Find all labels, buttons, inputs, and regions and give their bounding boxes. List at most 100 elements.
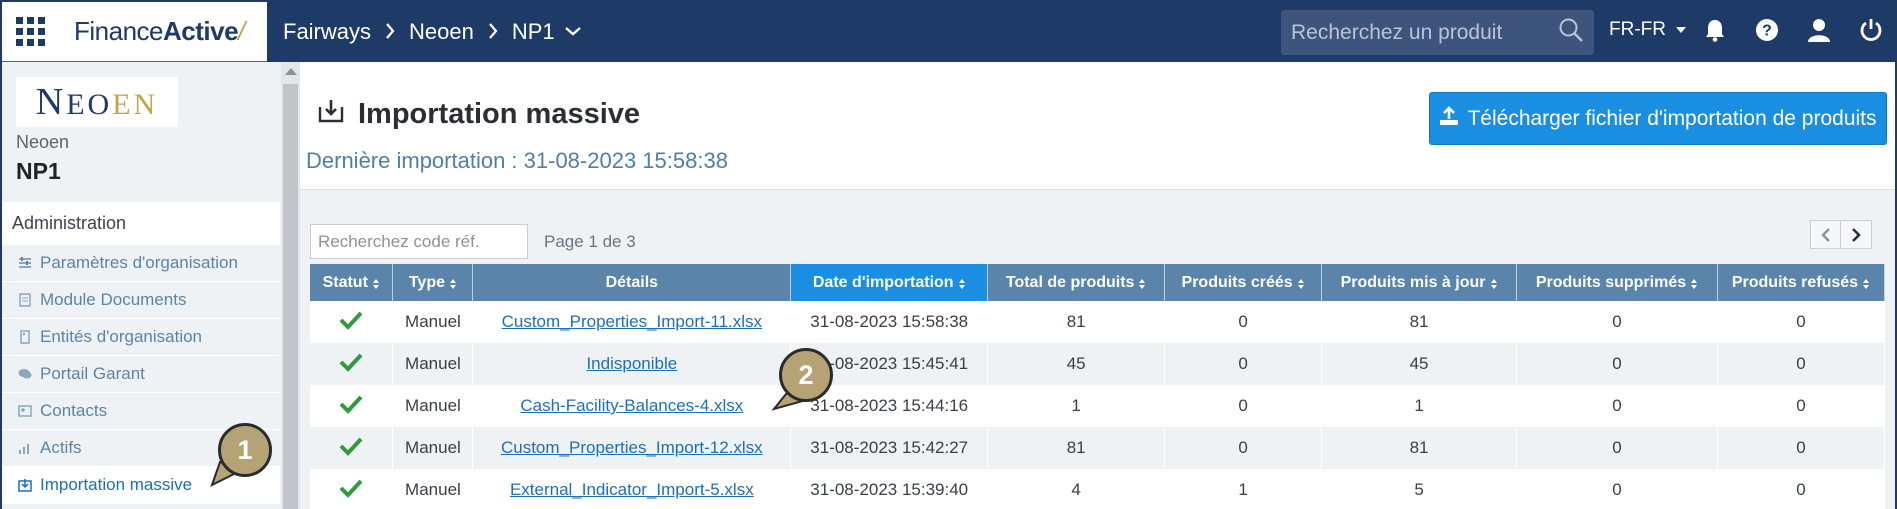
total-products-cell: 81 bbox=[987, 301, 1166, 343]
building-icon bbox=[18, 330, 32, 344]
created-products-cell: 0 bbox=[1164, 385, 1323, 427]
previous-page-button[interactable] bbox=[1810, 220, 1841, 249]
type-cell: Manuel bbox=[392, 385, 474, 427]
power-icon[interactable] bbox=[1858, 16, 1883, 44]
scroll-up-arrow-icon[interactable] bbox=[285, 68, 297, 75]
callout-badge-2: 2 bbox=[779, 348, 833, 402]
sidebar-item-label: Paramètres d'organisation bbox=[40, 253, 238, 272]
status-cell bbox=[310, 469, 394, 509]
sidebar-item-label: Importation massive bbox=[40, 475, 193, 494]
import-date-cell: 31-08-2023 15:42:27 bbox=[790, 427, 989, 469]
administration-heading[interactable]: Administration bbox=[2, 202, 280, 245]
sort-icon bbox=[1690, 278, 1698, 290]
table-row: Manuel Cash-Facility-Balances-4.xlsx 31-… bbox=[310, 385, 1886, 427]
chat-icon bbox=[18, 367, 32, 381]
type-cell: Manuel bbox=[392, 469, 474, 509]
column-header-details: Détails bbox=[472, 264, 792, 301]
sort-icon bbox=[1490, 278, 1498, 290]
import-history-table: Statut Type Détails Date d'importation T… bbox=[310, 264, 1886, 509]
deleted-products-cell: 0 bbox=[1516, 469, 1718, 509]
sort-icon bbox=[372, 278, 380, 290]
callout-badge-1: 1 bbox=[218, 423, 272, 477]
created-products-cell: 1 bbox=[1164, 469, 1323, 509]
check-icon bbox=[339, 311, 363, 330]
sort-icon bbox=[449, 278, 457, 290]
column-header-refused-products[interactable]: Produits refusés bbox=[1717, 264, 1886, 301]
sidebar-item-label: Entités d'organisation bbox=[40, 327, 203, 346]
total-products-cell: 4 bbox=[987, 469, 1166, 509]
check-icon bbox=[339, 437, 363, 456]
details-link[interactable]: Indisponible bbox=[472, 343, 792, 385]
column-header-type[interactable]: Type bbox=[392, 264, 474, 301]
contact-card-icon bbox=[18, 404, 32, 418]
breadcrumb-item-fairways[interactable]: Fairways bbox=[283, 19, 371, 45]
details-link[interactable]: Custom_Properties_Import-12.xlsx bbox=[472, 427, 792, 469]
main-content: Importation massive Dernière importation… bbox=[300, 62, 1895, 509]
column-header-deleted-products[interactable]: Produits supprimés bbox=[1516, 264, 1718, 301]
details-link[interactable]: Cash-Facility-Balances-4.xlsx bbox=[472, 385, 792, 427]
updated-products-cell: 45 bbox=[1321, 343, 1518, 385]
sort-icon bbox=[1297, 278, 1305, 290]
user-icon[interactable] bbox=[1806, 16, 1831, 44]
column-header-status[interactable]: Statut bbox=[310, 264, 394, 301]
updated-products-cell: 81 bbox=[1321, 427, 1518, 469]
language-label: FR-FR bbox=[1609, 19, 1666, 40]
next-page-button[interactable] bbox=[1841, 220, 1872, 249]
apps-grid-icon[interactable] bbox=[16, 16, 46, 47]
upload-button-label: Télécharger fichier d'importation de pro… bbox=[1467, 106, 1877, 130]
chevron-right-icon bbox=[385, 19, 395, 45]
product-search-input[interactable]: Recherchez un produit bbox=[1281, 10, 1594, 55]
sidebar-item-label: Portail Garant bbox=[40, 364, 145, 383]
help-icon[interactable]: ? bbox=[1754, 16, 1779, 44]
page-header: Importation massive Dernière importation… bbox=[300, 62, 1895, 190]
import-date-cell: 31-08-2023 15:39:40 bbox=[790, 469, 989, 509]
financeactive-logo[interactable]: FinanceActive/ bbox=[74, 16, 245, 47]
table-row: Manuel Custom_Properties_Import-11.xlsx … bbox=[310, 301, 1886, 343]
total-products-cell: 1 bbox=[987, 385, 1166, 427]
breadcrumb-item-neoen[interactable]: Neoen bbox=[409, 19, 474, 45]
created-products-cell: 0 bbox=[1164, 343, 1323, 385]
details-link[interactable]: External_Indicator_Import-5.xlsx bbox=[472, 469, 792, 509]
updated-products-cell: 1 bbox=[1321, 385, 1518, 427]
breadcrumb: Fairways Neoen NP1 bbox=[283, 19, 581, 45]
bell-icon[interactable] bbox=[1702, 16, 1727, 44]
language-selector[interactable]: FR-FR bbox=[1609, 19, 1687, 41]
logo-area: FinanceActive/ bbox=[2, 2, 267, 62]
type-cell: Manuel bbox=[392, 301, 474, 343]
status-cell bbox=[310, 427, 394, 469]
sidebar-scrollbar-thumb[interactable] bbox=[283, 84, 298, 509]
sidebar-item-organisation-settings[interactable]: Paramètres d'organisation bbox=[2, 245, 280, 282]
neoen-logo-text: NEOEN bbox=[35, 81, 159, 123]
last-import-info: Dernière importation : 31-08-2023 15:58:… bbox=[306, 148, 728, 173]
sidebar-item-guarantor-portal[interactable]: Portail Garant bbox=[2, 356, 280, 393]
reference-code-search-input[interactable]: Recherchez code réf. bbox=[310, 224, 528, 259]
search-icon[interactable] bbox=[1558, 17, 1584, 48]
import-list-panel: Recherchez code réf. Page 1 de 3 Statut … bbox=[300, 190, 1895, 509]
deleted-products-cell: 0 bbox=[1516, 385, 1718, 427]
table-row: Manuel Custom_Properties_Import-12.xlsx … bbox=[310, 427, 1886, 469]
sidebar-item-label: Contacts bbox=[40, 401, 108, 420]
column-header-total-products[interactable]: Total de produits bbox=[987, 264, 1166, 301]
details-link[interactable]: Custom_Properties_Import-11.xlsx bbox=[472, 301, 792, 343]
chevron-down-icon[interactable] bbox=[564, 23, 581, 41]
type-cell: Manuel bbox=[392, 343, 474, 385]
upload-product-import-file-button[interactable]: Télécharger fichier d'importation de pro… bbox=[1429, 92, 1887, 145]
header-actions: ? bbox=[1702, 16, 1883, 44]
column-header-updated-products[interactable]: Produits mis à jour bbox=[1321, 264, 1518, 301]
breadcrumb-item-np1[interactable]: NP1 bbox=[512, 19, 555, 45]
check-icon bbox=[339, 353, 363, 372]
sidebar-item-organisation-entities[interactable]: Entités d'organisation bbox=[2, 319, 280, 356]
refused-products-cell: 0 bbox=[1717, 385, 1886, 427]
table-row: Manuel External_Indicator_Import-5.xlsx … bbox=[310, 469, 1886, 509]
total-products-cell: 81 bbox=[987, 427, 1166, 469]
column-header-created-products[interactable]: Produits créés bbox=[1164, 264, 1323, 301]
deleted-products-cell: 0 bbox=[1516, 427, 1718, 469]
created-products-cell: 0 bbox=[1164, 427, 1323, 469]
chevron-right-icon bbox=[488, 19, 498, 45]
column-header-import-date[interactable]: Date d'importation bbox=[790, 264, 989, 301]
top-navigation-bar: FinanceActive/ Fairways Neoen NP1 Recher… bbox=[2, 2, 1895, 62]
client-name: Neoen bbox=[16, 132, 70, 152]
sidebar-item-documents-module[interactable]: Module Documents bbox=[2, 282, 280, 319]
sliders-icon bbox=[18, 256, 32, 270]
check-icon bbox=[339, 395, 363, 414]
